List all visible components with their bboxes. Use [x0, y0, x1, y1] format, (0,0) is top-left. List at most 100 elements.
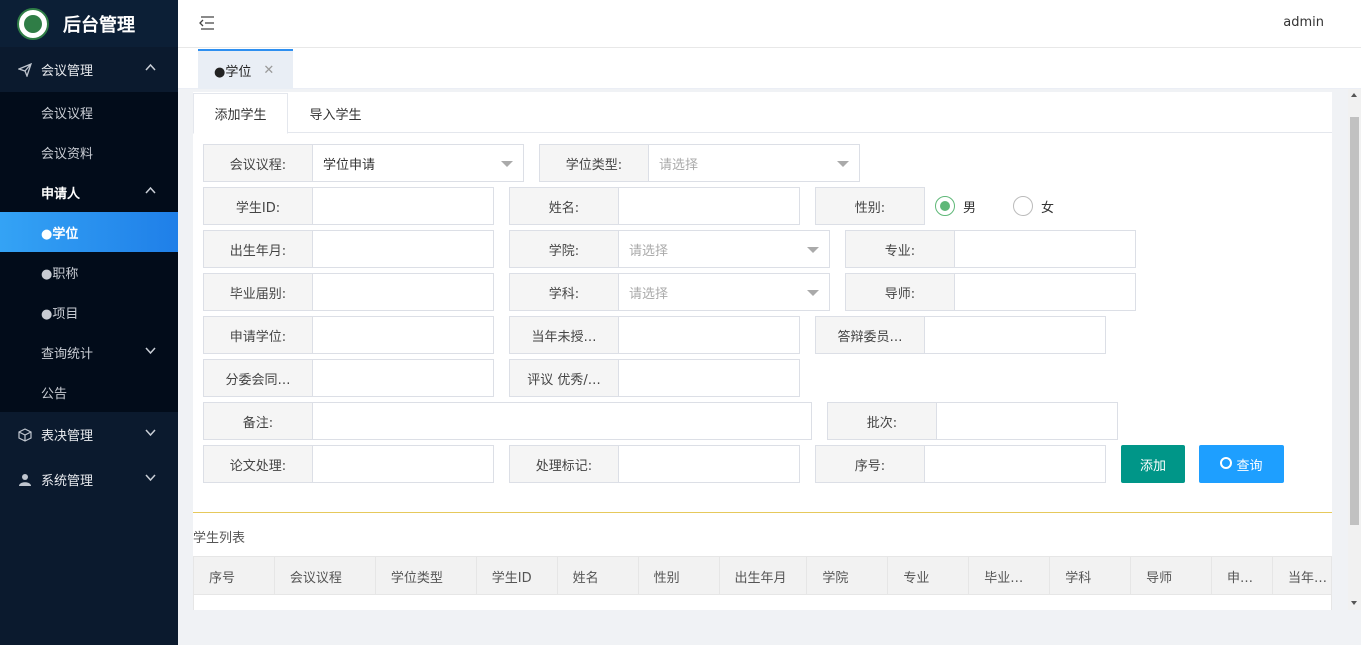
menu-applicant[interactable]: 申请人 — [0, 172, 178, 212]
menu-system-label: 系统管理 — [41, 474, 94, 489]
sidebar: 后台管理 会议管理 会议议程 会议资料 申请人 ●学位 ●职称 ●项目 查询统计… — [0, 0, 178, 645]
school-logo — [17, 7, 49, 40]
column-header[interactable]: 出生年月 — [720, 557, 808, 595]
query-button-label: 查询 — [1236, 458, 1263, 474]
field-college: 学院: 请选择 — [509, 230, 830, 268]
not-granted-input[interactable] — [619, 316, 800, 354]
column-header[interactable]: 申… — [1212, 557, 1273, 595]
column-header[interactable]: 姓名 — [558, 557, 639, 595]
column-header[interactable]: 学位类型 — [376, 557, 477, 595]
scroll-up-arrow-icon[interactable] — [1351, 93, 1357, 97]
menu-system[interactable]: 系统管理 — [0, 457, 178, 502]
field-seq: 序号: — [815, 445, 1106, 483]
field-mark: 处理标记: — [509, 445, 800, 483]
tags-bar: ●学位 ✕ — [178, 48, 1361, 89]
birth-input[interactable] — [313, 230, 494, 268]
name-input[interactable] — [619, 187, 800, 225]
table-header: 序号 会议议程 学位类型 学生ID 姓名 性别 出生年月 学院 专业 毕业… 学… — [193, 556, 1332, 595]
gender-radio-female[interactable]: 女 — [1013, 196, 1054, 216]
college-select[interactable]: 请选择 — [619, 230, 830, 268]
batch-input[interactable] — [937, 402, 1118, 440]
menu-meeting[interactable]: 会议管理 — [0, 47, 178, 92]
review-label: 评议 优秀/… — [509, 359, 619, 397]
student-id-input[interactable] — [313, 187, 494, 225]
menu-stats-label: 查询统计 — [41, 346, 94, 362]
menu-vote-label: 表决管理 — [41, 429, 94, 444]
sidebar-item-title[interactable]: ●职称 — [0, 252, 178, 292]
menu-fold-icon[interactable] — [198, 15, 216, 31]
degree-type-label: 学位类型: — [539, 144, 649, 182]
close-icon[interactable]: ✕ — [263, 63, 274, 78]
query-button[interactable]: 查询 — [1199, 445, 1284, 483]
topbar: admin — [178, 0, 1361, 48]
field-apply-degree: 申请学位: — [203, 316, 494, 354]
grad-year-label: 毕业届别: — [203, 273, 313, 311]
not-granted-label: 当年未授… — [509, 316, 619, 354]
add-button-label: 添加 — [1139, 458, 1166, 474]
add-button[interactable]: 添加 — [1121, 445, 1185, 483]
menu-meeting-label: 会议管理 — [41, 64, 94, 79]
agenda-select[interactable]: 学位申请 — [313, 144, 524, 182]
agenda-select-value: 学位申请 — [323, 157, 376, 173]
user-menu[interactable]: admin — [1283, 15, 1324, 30]
thesis-input[interactable] — [313, 445, 494, 483]
menu-stats[interactable]: 查询统计 — [0, 332, 178, 372]
column-header[interactable]: 学院 — [807, 557, 889, 595]
mark-input[interactable] — [619, 445, 800, 483]
field-thesis: 论文处理: — [203, 445, 494, 483]
college-placeholder: 请选择 — [629, 243, 669, 259]
subcommittee-input[interactable] — [313, 359, 494, 397]
column-header[interactable]: 当年… — [1273, 557, 1331, 595]
agenda-label: 会议议程: — [203, 144, 313, 182]
sidebar-item-agenda[interactable]: 会议议程 — [0, 92, 178, 132]
sidebar-item-project[interactable]: ●项目 — [0, 292, 178, 332]
major-label: 专业: — [845, 230, 955, 268]
degree-type-select[interactable]: 请选择 — [649, 144, 860, 182]
apply-degree-input[interactable] — [313, 316, 494, 354]
tab-import-student[interactable]: 导入学生 — [288, 93, 383, 134]
scrollbar[interactable] — [1348, 89, 1361, 610]
major-input[interactable] — [955, 230, 1136, 268]
app-title: 后台管理 — [63, 14, 135, 36]
name-label: 姓名: — [509, 187, 619, 225]
column-header[interactable]: 导师 — [1131, 557, 1213, 595]
defense-input[interactable] — [925, 316, 1106, 354]
tab-add-student[interactable]: 添加学生 — [193, 93, 288, 134]
tutor-input[interactable] — [955, 273, 1136, 311]
chevron-down-icon — [145, 427, 156, 441]
apply-degree-label: 申请学位: — [203, 316, 313, 354]
submenu-meeting: 会议议程 会议资料 申请人 ●学位 ●职称 ●项目 查询统计 公告 — [0, 92, 178, 412]
review-input[interactable] — [619, 359, 800, 397]
scroll-down-arrow-icon[interactable] — [1351, 601, 1357, 605]
column-header[interactable]: 性别 — [639, 557, 720, 595]
column-header[interactable]: 学生ID — [477, 557, 558, 595]
grad-year-input[interactable] — [313, 273, 494, 311]
column-header[interactable]: 会议议程 — [275, 557, 376, 595]
sidebar-item-docs-label: 会议资料 — [41, 146, 94, 162]
sidebar-item-degree[interactable]: ●学位 — [0, 212, 178, 252]
cube-icon — [17, 427, 33, 442]
menu-vote[interactable]: 表决管理 — [0, 412, 178, 457]
tag-degree[interactable]: ●学位 ✕ — [198, 49, 293, 89]
column-header[interactable]: 专业 — [888, 557, 970, 595]
user-icon — [17, 473, 33, 487]
field-subcommittee: 分委会同… — [203, 359, 494, 397]
subcommittee-label: 分委会同… — [203, 359, 313, 397]
seq-input[interactable] — [925, 445, 1106, 483]
field-tutor: 导师: — [845, 273, 1136, 311]
sidebar-item-notice[interactable]: 公告 — [0, 372, 178, 412]
gender-radio-male[interactable]: 男 — [935, 196, 976, 216]
column-header[interactable]: 学科 — [1050, 557, 1132, 595]
sidebar-item-docs[interactable]: 会议资料 — [0, 132, 178, 172]
field-name: 姓名: — [509, 187, 800, 225]
form-tabs: 添加学生 导入学生 — [193, 92, 1332, 134]
gender-male-label: 男 — [963, 200, 977, 216]
subject-select[interactable]: 请选择 — [619, 273, 830, 311]
column-header[interactable]: 毕业… — [969, 557, 1051, 595]
column-header[interactable]: 序号 — [194, 557, 275, 595]
content-panel: 添加学生 导入学生 会议议程: 学位申请 学位类型: 请选择 学生ID: 姓名:… — [193, 92, 1332, 610]
scroll-thumb[interactable] — [1350, 117, 1359, 525]
field-not-granted: 当年未授… — [509, 316, 800, 354]
remark-input[interactable] — [313, 402, 812, 440]
subject-placeholder: 请选择 — [629, 286, 669, 302]
